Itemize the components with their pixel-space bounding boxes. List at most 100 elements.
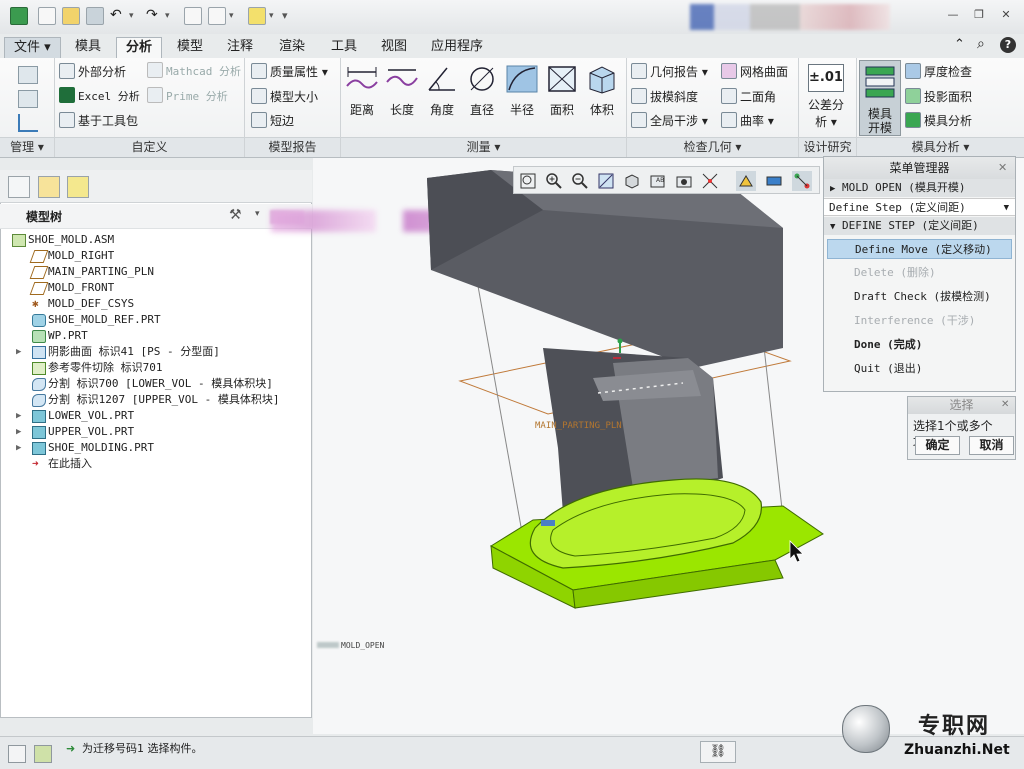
display-style-icon[interactable] <box>622 171 642 191</box>
tree-expand-icon[interactable]: ▶ <box>16 344 21 360</box>
menu-manager-close-icon[interactable]: ✕ <box>998 161 1007 174</box>
tab-render[interactable]: 渲染 <box>270 37 314 57</box>
group-inspect-label[interactable]: 检查几何 ▾ <box>627 137 798 157</box>
windows-dropdown-icon[interactable]: ▾ <box>229 7 237 25</box>
regenerate-icon[interactable] <box>184 7 202 25</box>
thickness-check-button[interactable]: 厚度检查 <box>905 62 972 82</box>
mesh-surface-button[interactable]: 网格曲面 <box>721 62 788 82</box>
distance-button[interactable]: 距离 <box>343 64 381 118</box>
mold-analysis-button[interactable]: 模具分析 <box>905 111 972 131</box>
prime-analysis-button[interactable]: Prime 分析 <box>147 87 228 107</box>
saved-views-icon[interactable]: AB <box>648 171 668 191</box>
tree-expand-icon[interactable]: ▶ <box>16 408 21 424</box>
prime-icon <box>147 87 163 103</box>
help-icon[interactable]: ? <box>1000 37 1016 53</box>
collapse-ribbon-icon[interactable]: ⌃ <box>954 37 965 52</box>
datum-display-icon[interactable] <box>736 171 756 191</box>
short-edge-button[interactable]: 短边 <box>251 111 294 131</box>
mold-open-button[interactable]: 模具 开模 <box>859 60 901 136</box>
split-icon <box>32 378 46 391</box>
redo-icon[interactable]: ↷ <box>146 7 164 25</box>
diameter-button[interactable]: 直径 <box>463 64 501 118</box>
tab-file[interactable]: 文件 ▾ <box>4 37 61 59</box>
draft-button[interactable]: 拔模斜度 <box>631 87 698 107</box>
spin-center-icon[interactable] <box>792 171 812 191</box>
customize-quick-access-icon[interactable]: ▾ <box>282 7 290 25</box>
redo-dropdown-icon[interactable]: ▾ <box>165 7 173 25</box>
tolerance-analysis-button[interactable]: ±.01 公差分 析 ▾ <box>807 64 845 130</box>
perspective-icon[interactable] <box>700 171 720 191</box>
zoom-in-icon[interactable] <box>544 171 564 191</box>
volume-button[interactable]: 体积 <box>583 64 621 118</box>
external-analysis-button[interactable]: 外部分析 <box>59 62 126 82</box>
close-window-icon[interactable] <box>248 7 266 25</box>
close-dropdown-icon[interactable]: ▾ <box>269 7 277 25</box>
browser-toggle-icon[interactable] <box>34 745 52 763</box>
tab-annotate[interactable]: 注释 <box>218 37 262 57</box>
tree-settings-icon[interactable]: ⚒ <box>229 207 242 223</box>
model-tree-tab-icon[interactable] <box>8 176 30 198</box>
group-measure-label[interactable]: 测量 ▾ <box>341 137 626 157</box>
tree-expand-icon[interactable]: ▶ <box>16 440 21 456</box>
menu-item[interactable]: Draft Check (拔模检测) <box>827 287 1012 307</box>
menu-item[interactable]: Quit (退出) <box>827 359 1012 379</box>
open-folder-icon[interactable] <box>62 7 80 25</box>
mold-open-header[interactable]: ▶ MOLD OPEN (模具开模) <box>824 179 1015 197</box>
dihedral-angle-button[interactable]: 二面角 <box>721 87 776 107</box>
favorites-tab-icon[interactable] <box>67 176 89 198</box>
curvature-button[interactable]: 曲率 ▾ <box>721 111 774 131</box>
menu-item[interactable]: Delete (删除) <box>827 263 1012 283</box>
angle-button[interactable]: 角度 <box>423 64 461 118</box>
view-manager-icon[interactable] <box>674 171 694 191</box>
minimize-icon[interactable]: — <box>946 9 960 21</box>
model-size-button[interactable]: 模型大小 <box>251 87 318 107</box>
menu-item[interactable]: Done (完成) <box>827 335 1012 355</box>
ok-button[interactable]: 确定 <box>915 436 960 455</box>
mass-properties-button[interactable]: 质量属性 ▾ <box>251 62 328 82</box>
tab-analysis[interactable]: 分析 <box>116 37 163 59</box>
menu-item[interactable]: Interference (干涉) <box>827 311 1012 331</box>
manage-icon-2[interactable] <box>18 90 38 108</box>
cancel-button[interactable]: 取消 <box>969 436 1014 455</box>
repaint-icon[interactable] <box>596 171 616 191</box>
restore-icon[interactable]: ❐ <box>972 9 986 21</box>
find-icon[interactable]: ⛓ <box>700 741 736 763</box>
group-manage-label[interactable]: 管理 ▾ <box>0 137 54 157</box>
tab-applications[interactable]: 应用程序 <box>422 37 492 57</box>
excel-analysis-button[interactable]: Excel 分析 <box>59 87 140 107</box>
zoom-out-icon[interactable] <box>570 171 590 191</box>
graph-icon[interactable] <box>18 114 38 132</box>
define-step-header[interactable]: ▼ DEFINE STEP (定义间距) <box>824 217 1015 235</box>
define-step-select[interactable]: Define Step (定义间距) ▼ <box>824 198 1015 216</box>
annotation-display-icon[interactable] <box>764 171 784 191</box>
select-dialog-close-icon[interactable]: ✕ <box>1001 399 1009 410</box>
manage-icon-1[interactable] <box>18 66 38 84</box>
search-icon[interactable]: ⌕ <box>977 36 985 52</box>
length-button[interactable]: 长度 <box>383 64 421 118</box>
tab-mold[interactable]: 模具 <box>66 37 110 57</box>
tree-settings-dropdown-icon[interactable]: ▾ <box>255 209 260 219</box>
tree-toggle-icon[interactable] <box>8 745 26 763</box>
tree-expand-icon[interactable]: ▶ <box>16 424 21 440</box>
mathcad-analysis-button[interactable]: Mathcad 分析 <box>147 62 241 82</box>
geometry-report-button[interactable]: 几何报告 ▾ <box>631 62 708 82</box>
projected-area-button[interactable]: 投影面积 <box>905 87 972 107</box>
undo-dropdown-icon[interactable]: ▾ <box>129 7 137 25</box>
close-icon[interactable]: ✕ <box>999 9 1013 21</box>
tab-tools[interactable]: 工具 <box>322 37 366 57</box>
radius-button[interactable]: 半径 <box>503 64 541 118</box>
save-icon[interactable] <box>86 7 104 25</box>
new-file-icon[interactable] <box>38 7 56 25</box>
tab-view[interactable]: 视图 <box>372 37 416 57</box>
toolkit-based-button[interactable]: 基于工具包 <box>59 111 138 131</box>
refit-icon[interactable] <box>518 171 538 191</box>
tab-model[interactable]: 模型 <box>168 37 212 57</box>
area-label: 面积 <box>549 103 574 117</box>
folder-browser-tab-icon[interactable] <box>38 176 60 198</box>
global-interference-button[interactable]: 全局干涉 ▾ <box>631 111 708 131</box>
menu-item[interactable]: Define Move (定义移动) <box>827 239 1012 259</box>
group-mold-analysis-label[interactable]: 模具分析 ▾ <box>857 137 1024 157</box>
windows-icon[interactable] <box>208 7 226 25</box>
area-button[interactable]: 面积 <box>543 64 581 118</box>
undo-icon[interactable]: ↶ <box>110 7 128 25</box>
